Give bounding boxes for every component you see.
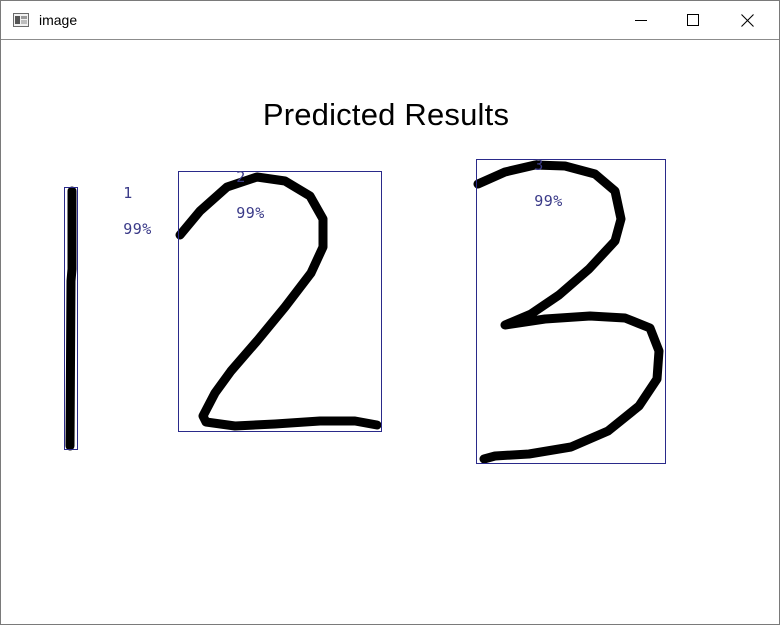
minimize-icon [635,20,647,21]
prediction-confidence: 99% [123,220,152,238]
window-title: image [39,12,78,28]
prediction-confidence: 99% [236,204,265,222]
maximize-icon [687,14,699,26]
maximize-button[interactable] [667,1,719,39]
close-icon [740,13,754,27]
minimize-button[interactable] [615,1,667,39]
prediction-digit: 1 [123,184,133,202]
handwritten-digits [64,159,666,464]
close-button[interactable] [721,1,773,39]
opencv-window-icon [13,13,29,27]
prediction-gap [123,202,142,220]
prediction-label-3: 3 99% [477,138,563,228]
prediction-gap [534,174,553,192]
title-bar[interactable]: image [1,1,779,40]
prediction-confidence: 99% [534,192,563,210]
prediction-gap [236,186,255,204]
prediction-digit: 3 [534,156,544,174]
image-window: image Predicted Results 1 99% 2 99% 3 99… [0,0,780,625]
prediction-label-2: 2 99% [179,150,265,240]
prediction-digit: 2 [236,168,246,186]
prediction-label-1: 1 99% [66,166,152,256]
image-canvas: Predicted Results 1 99% 2 99% 3 99% [5,41,775,619]
